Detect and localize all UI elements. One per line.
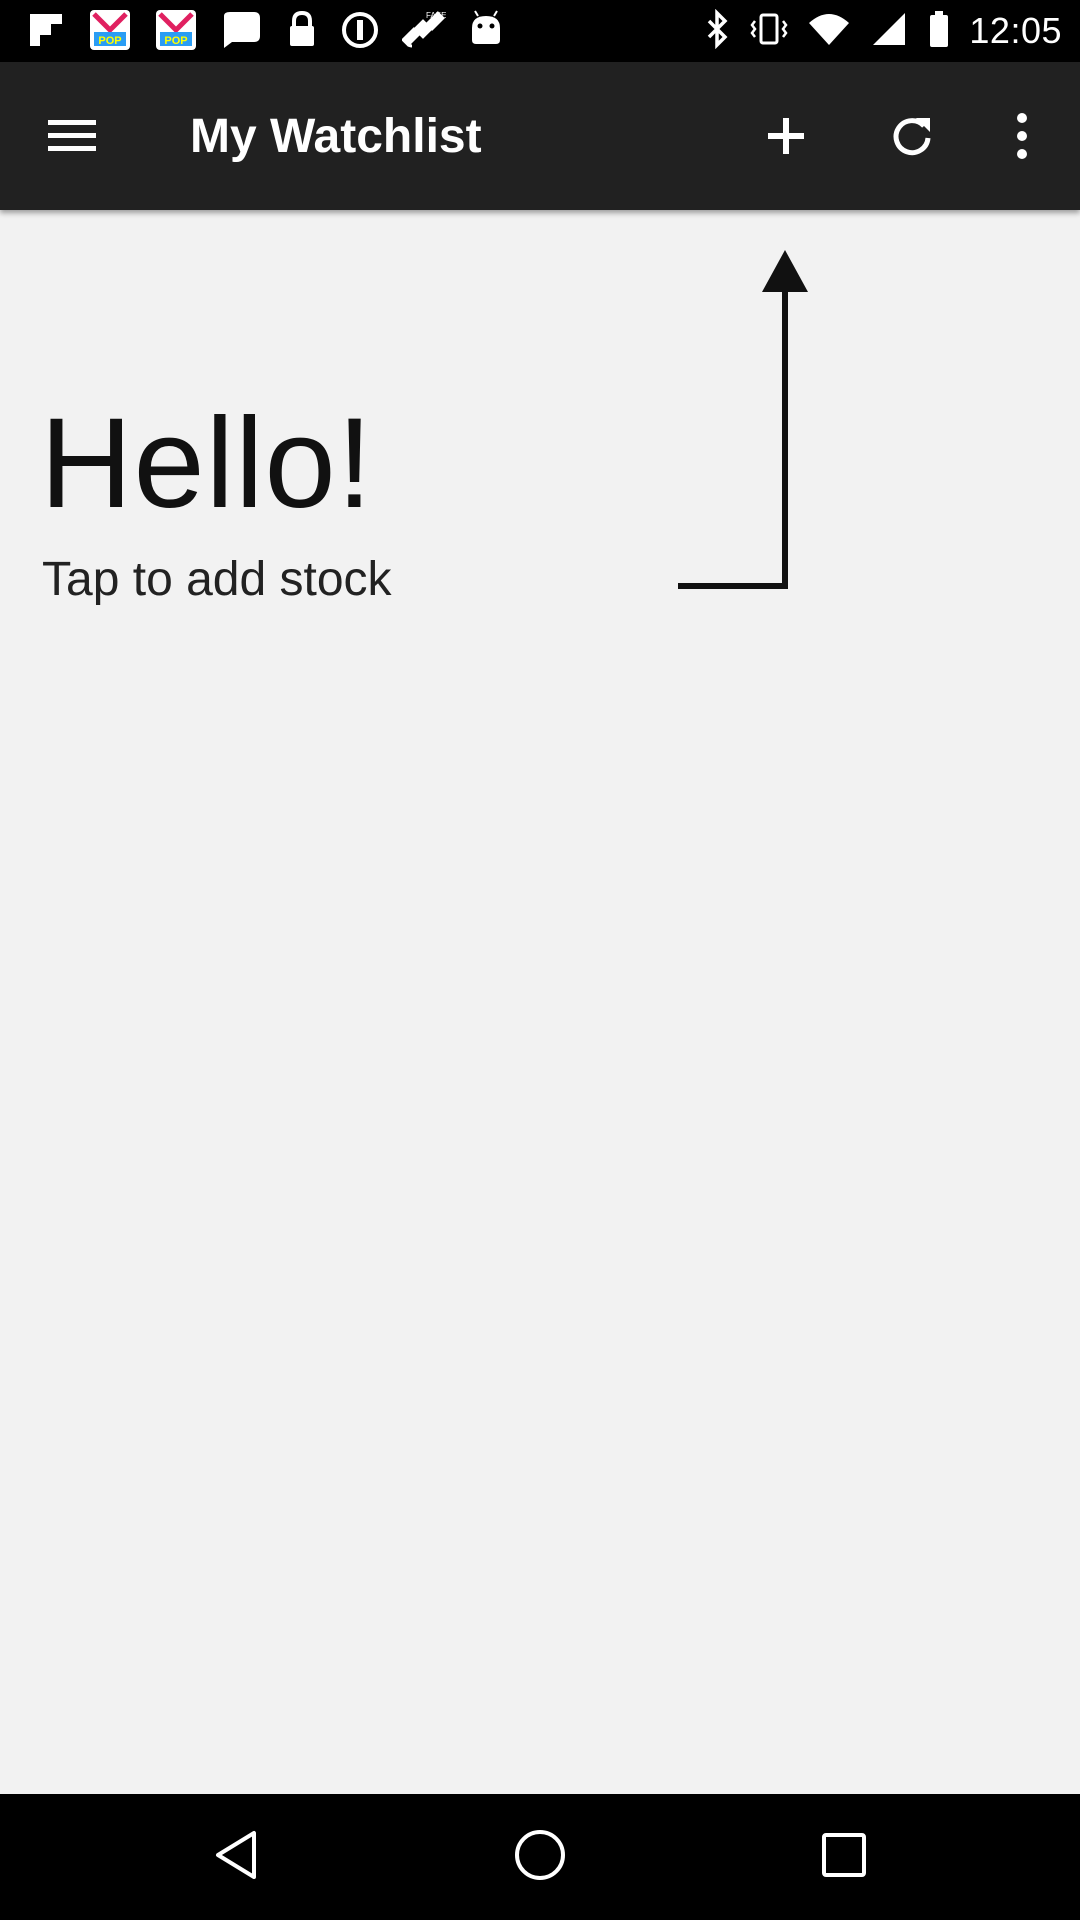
watchlist-empty-state: Hello! Tap to add stock bbox=[0, 210, 1080, 1794]
back-button[interactable] bbox=[200, 1819, 276, 1895]
recents-icon bbox=[816, 1827, 872, 1888]
vibrate-icon bbox=[749, 9, 789, 54]
android-icon bbox=[468, 9, 504, 55]
recents-button[interactable] bbox=[806, 1819, 882, 1895]
chat-bubble-icon bbox=[220, 10, 264, 55]
clock: 12:05 bbox=[969, 10, 1062, 51]
svg-text:POP: POP bbox=[164, 35, 187, 47]
status-bar: POP POP FAKE 12:05 bbox=[0, 0, 1080, 62]
pointer-arrow-icon bbox=[670, 250, 820, 775]
home-icon bbox=[512, 1827, 568, 1888]
bluetooth-icon bbox=[703, 8, 731, 54]
back-icon bbox=[210, 1827, 266, 1888]
refresh-button[interactable] bbox=[870, 96, 954, 180]
pop-app-icon: POP bbox=[88, 8, 132, 57]
pop-app-icon: POP bbox=[154, 8, 198, 57]
app-bar: My Watchlist bbox=[0, 62, 1080, 210]
add-stock-button[interactable] bbox=[744, 96, 828, 180]
page-title: My Watchlist bbox=[190, 109, 482, 163]
add-stock-hint[interactable]: Tap to add stock bbox=[42, 552, 392, 607]
navigation-bar bbox=[0, 1794, 1080, 1920]
battery-icon bbox=[927, 9, 951, 54]
add-icon bbox=[766, 116, 806, 161]
satellite-icon: FAKE bbox=[401, 8, 446, 57]
refresh-icon bbox=[888, 112, 936, 165]
more-options-button[interactable] bbox=[980, 96, 1064, 180]
notification-icons: POP POP FAKE bbox=[26, 8, 504, 57]
signal-icon bbox=[869, 9, 909, 54]
svg-text:POP: POP bbox=[98, 35, 121, 47]
hamburger-menu-icon bbox=[46, 116, 98, 161]
home-button[interactable] bbox=[502, 1819, 578, 1895]
menu-button[interactable] bbox=[30, 96, 114, 180]
lock-icon bbox=[286, 10, 318, 55]
more-vert-icon bbox=[1014, 112, 1030, 165]
system-icons: 12:05 bbox=[703, 0, 1062, 62]
svg-text:FAKE: FAKE bbox=[426, 11, 446, 20]
flipboard-icon bbox=[26, 10, 66, 55]
wifi-icon bbox=[807, 9, 851, 54]
alert-circle-icon bbox=[340, 10, 380, 55]
greeting-heading: Hello! bbox=[40, 392, 374, 535]
